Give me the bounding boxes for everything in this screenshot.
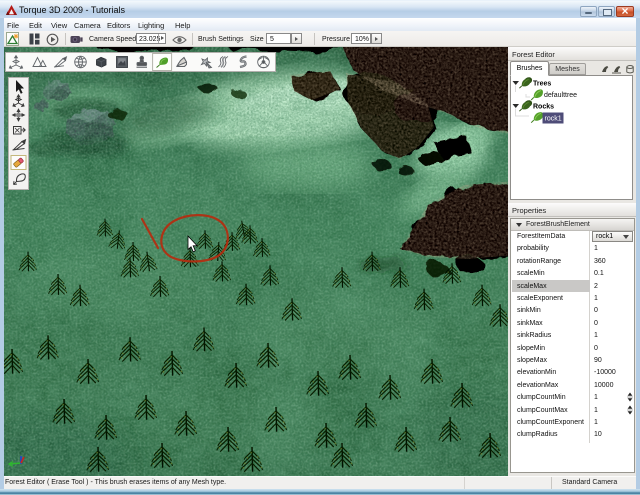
svg-text:Trees: Trees (533, 81, 551, 88)
svg-text:rock1: rock1 (545, 116, 562, 123)
svg-text:Rocks: Rocks (533, 104, 554, 111)
svg-text:defaulttree: defaulttree (544, 92, 577, 99)
